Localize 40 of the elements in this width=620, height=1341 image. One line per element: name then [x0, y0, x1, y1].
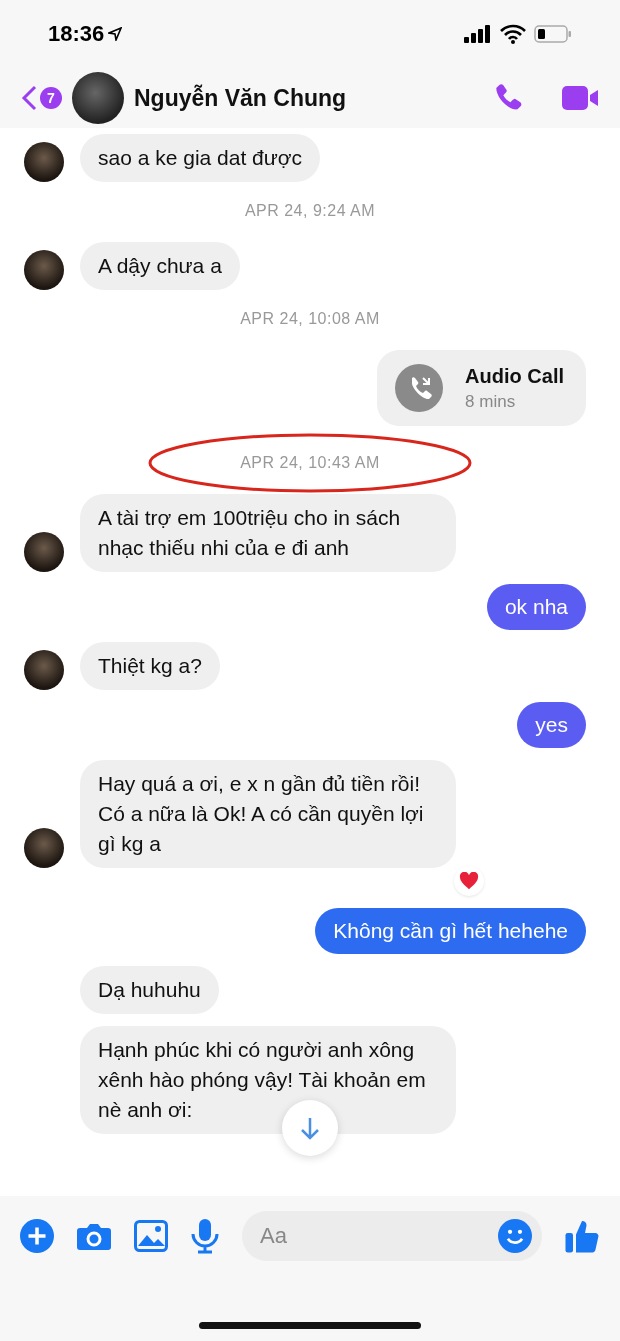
message-bubble: Hay quá a ơi, e x n gần đủ tiền rồi! Có a nữa là Ok! A có cần quyền lợi gì kg a	[80, 760, 456, 868]
call-title: Audio Call	[465, 364, 564, 388]
timestamp: APR 24, 9:24 AM	[244, 202, 376, 220]
message-bubble: yes	[517, 702, 586, 748]
message-bubble: sao a ke gia dat được	[80, 134, 321, 182]
phone-icon	[395, 364, 444, 412]
location-arrow-icon	[108, 27, 123, 41]
microphone-button[interactable]	[190, 1218, 220, 1254]
signal-icon	[464, 25, 492, 43]
scroll-down-button[interactable]	[282, 1100, 338, 1156]
avatar	[24, 532, 64, 572]
avatar	[24, 142, 64, 182]
message-field[interactable]: Aa	[242, 1211, 542, 1261]
message-bubble: A tài trợ em 100triệu cho in sách nhạc thiếu nhi của e đi anh	[80, 494, 456, 572]
video-call-button[interactable]	[560, 83, 600, 113]
emoji-icon[interactable]	[498, 1219, 532, 1253]
heart-reaction-icon	[454, 866, 484, 896]
timestamp: APR 24, 10:43 AM	[240, 454, 380, 472]
message-bubble: ok nha	[486, 584, 586, 630]
avatar	[24, 250, 64, 290]
message-bubble: Hạnh phúc khi có người anh xông xênh hào phóng vậy! Tài khoản em nè anh ơi:	[80, 1026, 456, 1134]
message-bubble: Dạ huhuhu	[80, 966, 219, 1014]
contact-name: Nguyễn Văn Chung	[134, 84, 348, 112]
back-button[interactable]: 7	[20, 84, 62, 112]
chevron-left-icon	[20, 84, 38, 112]
avatar	[24, 650, 64, 690]
like-button[interactable]	[564, 1218, 600, 1254]
timestamp: APR 24, 10:08 AM	[240, 310, 380, 328]
status-time: 18:36	[48, 21, 105, 47]
contact-avatar	[72, 72, 124, 124]
plus-button[interactable]	[20, 1219, 54, 1253]
message-bubble: Thiệt kg a?	[80, 642, 220, 690]
arrow-down-icon	[298, 1115, 322, 1141]
call-duration: 8 mins	[465, 391, 517, 412]
image-button[interactable]	[134, 1220, 168, 1252]
wifi-icon	[500, 24, 526, 44]
avatar	[24, 828, 64, 868]
message-bubble: A dậy chưa a	[80, 242, 240, 290]
message-bubble: Không cần gì hết hehehe	[315, 908, 586, 954]
battery-icon	[534, 24, 572, 44]
